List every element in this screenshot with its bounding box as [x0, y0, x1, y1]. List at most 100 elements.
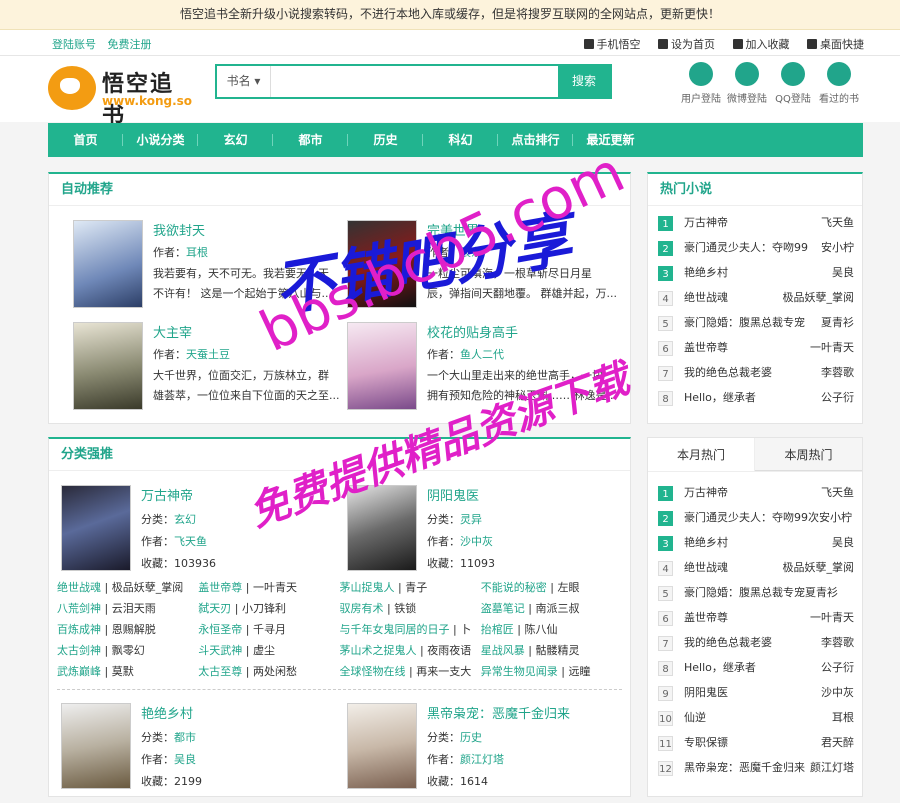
book-title[interactable]: 艳绝乡村 [141, 703, 193, 722]
link-book-author[interactable]: 青子 [405, 581, 427, 594]
search-input[interactable] [273, 66, 559, 97]
rank-book-title[interactable]: 万古神帝 [684, 486, 728, 499]
rank-item[interactable]: 4 绝世战魂 极品妖孽_掌阅 [648, 555, 862, 580]
nav-history[interactable]: 历史 [348, 123, 423, 157]
rank-book-author[interactable]: 极品妖孽_掌阅 [783, 285, 855, 310]
rank-book-title[interactable]: 绝世战魂 [684, 291, 728, 304]
author-link[interactable]: 辰东 [460, 246, 482, 259]
register-link[interactable]: 免费注册 [108, 38, 152, 51]
rank-book-author[interactable]: 吴良 [832, 530, 854, 555]
nav-categories[interactable]: 小说分类 [123, 123, 198, 157]
nav-urban[interactable]: 都市 [273, 123, 348, 157]
rank-book-title[interactable]: 万古神帝 [684, 216, 728, 229]
rank-book-author[interactable]: 飞天鱼 [821, 480, 854, 505]
rank-book-title[interactable]: 艳绝乡村 [684, 266, 728, 279]
rank-book-author[interactable]: 夏青衫 [821, 310, 854, 335]
login-link[interactable]: 登陆账号 [52, 38, 96, 51]
rank-item[interactable]: 2 豪门通灵少夫人：夺吻99 安小柠 [648, 235, 862, 260]
book-title[interactable]: 阴阳鬼医 [427, 485, 479, 504]
tab-monthly[interactable]: 本月热门 [648, 438, 755, 471]
featured-book[interactable]: 阴阳鬼医 分类：灵异 作者：沙中灰 收藏：11093 [347, 485, 617, 585]
desktop-shortcut-link[interactable]: 桌面快捷 [807, 38, 864, 51]
link-book-title[interactable]: 斗天武神 [198, 644, 242, 657]
weibo-login-button[interactable]: 微博登陆 [724, 62, 770, 105]
category-link[interactable]: 玄幻 [174, 513, 196, 526]
book-title[interactable]: 大主宰 [153, 322, 192, 341]
featured-book[interactable]: 黑帝枭宠：恶魔千金归来 分类：历史 作者：颜江灯塔 收藏：1614 [347, 703, 617, 803]
rank-item[interactable]: 11 专职保镖 君天醉 [648, 730, 862, 755]
author-link[interactable]: 颜江灯塔 [460, 753, 504, 766]
link-book-author[interactable]: 卜 [460, 623, 471, 636]
book-cover[interactable] [73, 220, 143, 308]
link-book-title[interactable]: 抬棺匠 [481, 623, 514, 636]
link-book-title[interactable]: 盖世帝尊 [198, 581, 242, 594]
recommend-item[interactable]: 校花的贴身高手 作者：鱼人二代 一个大山里走出来的绝世高手，一块 拥有预知危险的… [347, 322, 617, 412]
rank-book-author[interactable]: 一叶青天 [810, 335, 854, 360]
search-button[interactable]: 搜索 [558, 66, 610, 97]
link-book-title[interactable]: 百炼成神 [57, 623, 101, 636]
link-book-author[interactable]: 左眼 [557, 581, 579, 594]
rank-book-author[interactable]: 李蓉歌 [821, 360, 854, 385]
rank-book-title[interactable]: 豪门通灵少夫人：夺吻99次安小柠 [684, 511, 852, 524]
rank-book-author[interactable]: 安小柠 [821, 235, 854, 260]
rank-book-author[interactable]: 沙中灰 [821, 680, 854, 705]
rank-item[interactable]: 7 我的绝色总裁老婆 李蓉歌 [648, 630, 862, 655]
user-login-button[interactable]: 用户登陆 [678, 62, 724, 105]
rank-book-author[interactable]: 吴良 [832, 260, 854, 285]
rank-item[interactable]: 6 盖世帝尊 一叶青天 [648, 335, 862, 360]
rank-book-author[interactable]: 一叶青天 [810, 605, 854, 630]
rank-book-author[interactable]: 耳根 [832, 705, 854, 730]
rank-item[interactable]: 6 盖世帝尊 一叶青天 [648, 605, 862, 630]
rank-item[interactable]: 1 万古神帝 飞天鱼 [648, 210, 862, 235]
rank-item[interactable]: 8 Hello，继承者 公子衍 [648, 385, 862, 410]
rank-book-title[interactable]: 绝世战魂 [684, 561, 728, 574]
author-link[interactable]: 沙中灰 [460, 535, 493, 548]
link-book-title[interactable]: 驭房有术 [340, 602, 384, 615]
link-book-title[interactable]: 全球怪物在线 [340, 665, 406, 678]
link-book-author[interactable]: 夜雨夜语 [427, 644, 471, 657]
rank-book-author[interactable]: 君天醉 [821, 730, 854, 755]
rank-book-author[interactable]: 李蓉歌 [821, 630, 854, 655]
nav-xuanhuan[interactable]: 玄幻 [198, 123, 273, 157]
link-book-title[interactable]: 茅山术之捉鬼人 [340, 644, 417, 657]
book-cover[interactable] [347, 485, 417, 571]
link-book-author[interactable]: 两处闲愁 [253, 665, 297, 678]
set-home-link[interactable]: 设为首页 [658, 38, 715, 51]
book-cover[interactable] [61, 485, 131, 571]
category-link[interactable]: 灵异 [460, 513, 482, 526]
link-book-author[interactable]: 陈八仙 [524, 623, 557, 636]
rank-item[interactable]: 3 艳绝乡村 吴良 [648, 530, 862, 555]
rank-book-author[interactable]: 颜江灯塔 [810, 755, 854, 780]
rank-item[interactable]: 1 万古神帝 飞天鱼 [648, 480, 862, 505]
link-book-title[interactable]: 永恒圣帝 [198, 623, 242, 636]
rank-book-title[interactable]: 豪门通灵少夫人：夺吻99 [684, 241, 808, 254]
rank-item[interactable]: 3 艳绝乡村 吴良 [648, 260, 862, 285]
recommend-item[interactable]: 大主宰 作者：天蚕土豆 大千世界，位面交汇，万族林立，群 雄荟萃，一位位来自下位… [73, 322, 343, 412]
link-book-author[interactable]: 云泪天雨 [112, 602, 156, 615]
rank-book-title[interactable]: Hello，继承者 [684, 391, 756, 404]
rank-book-title[interactable]: 艳绝乡村 [684, 536, 728, 549]
rank-book-title[interactable]: 阴阳鬼医 [684, 686, 728, 699]
link-book-author[interactable]: 虚尘 [253, 644, 275, 657]
book-title[interactable]: 完美世界 [427, 220, 479, 239]
link-book-author[interactable]: 南派三叔 [535, 602, 579, 615]
rank-item[interactable]: 4 绝世战魂 极品妖孽_掌阅 [648, 285, 862, 310]
nav-scifi[interactable]: 科幻 [423, 123, 498, 157]
category-link[interactable]: 历史 [460, 731, 482, 744]
rank-book-author[interactable]: 飞天鱼 [821, 210, 854, 235]
rank-book-title[interactable]: 专职保镖 [684, 736, 728, 749]
book-cover[interactable] [347, 220, 417, 308]
rank-book-author[interactable]: 极品妖孽_掌阅 [783, 555, 855, 580]
author-link[interactable]: 耳根 [186, 246, 208, 259]
book-title[interactable]: 万古神帝 [141, 485, 193, 504]
rank-book-title[interactable]: 仙逆 [684, 711, 706, 724]
link-book-title[interactable]: 武炼巅峰 [57, 665, 101, 678]
link-book-author[interactable]: 莫默 [112, 665, 134, 678]
rank-item[interactable]: 8 Hello，继承者 公子衍 [648, 655, 862, 680]
author-link[interactable]: 飞天鱼 [174, 535, 207, 548]
tab-weekly[interactable]: 本周热门 [755, 438, 862, 471]
rank-book-title[interactable]: 盖世帝尊 [684, 611, 728, 624]
category-link[interactable]: 都市 [174, 731, 196, 744]
link-book-title[interactable]: 与千年女鬼同居的日子 [340, 623, 450, 636]
link-book-title[interactable]: 盗墓笔记 [481, 602, 525, 615]
